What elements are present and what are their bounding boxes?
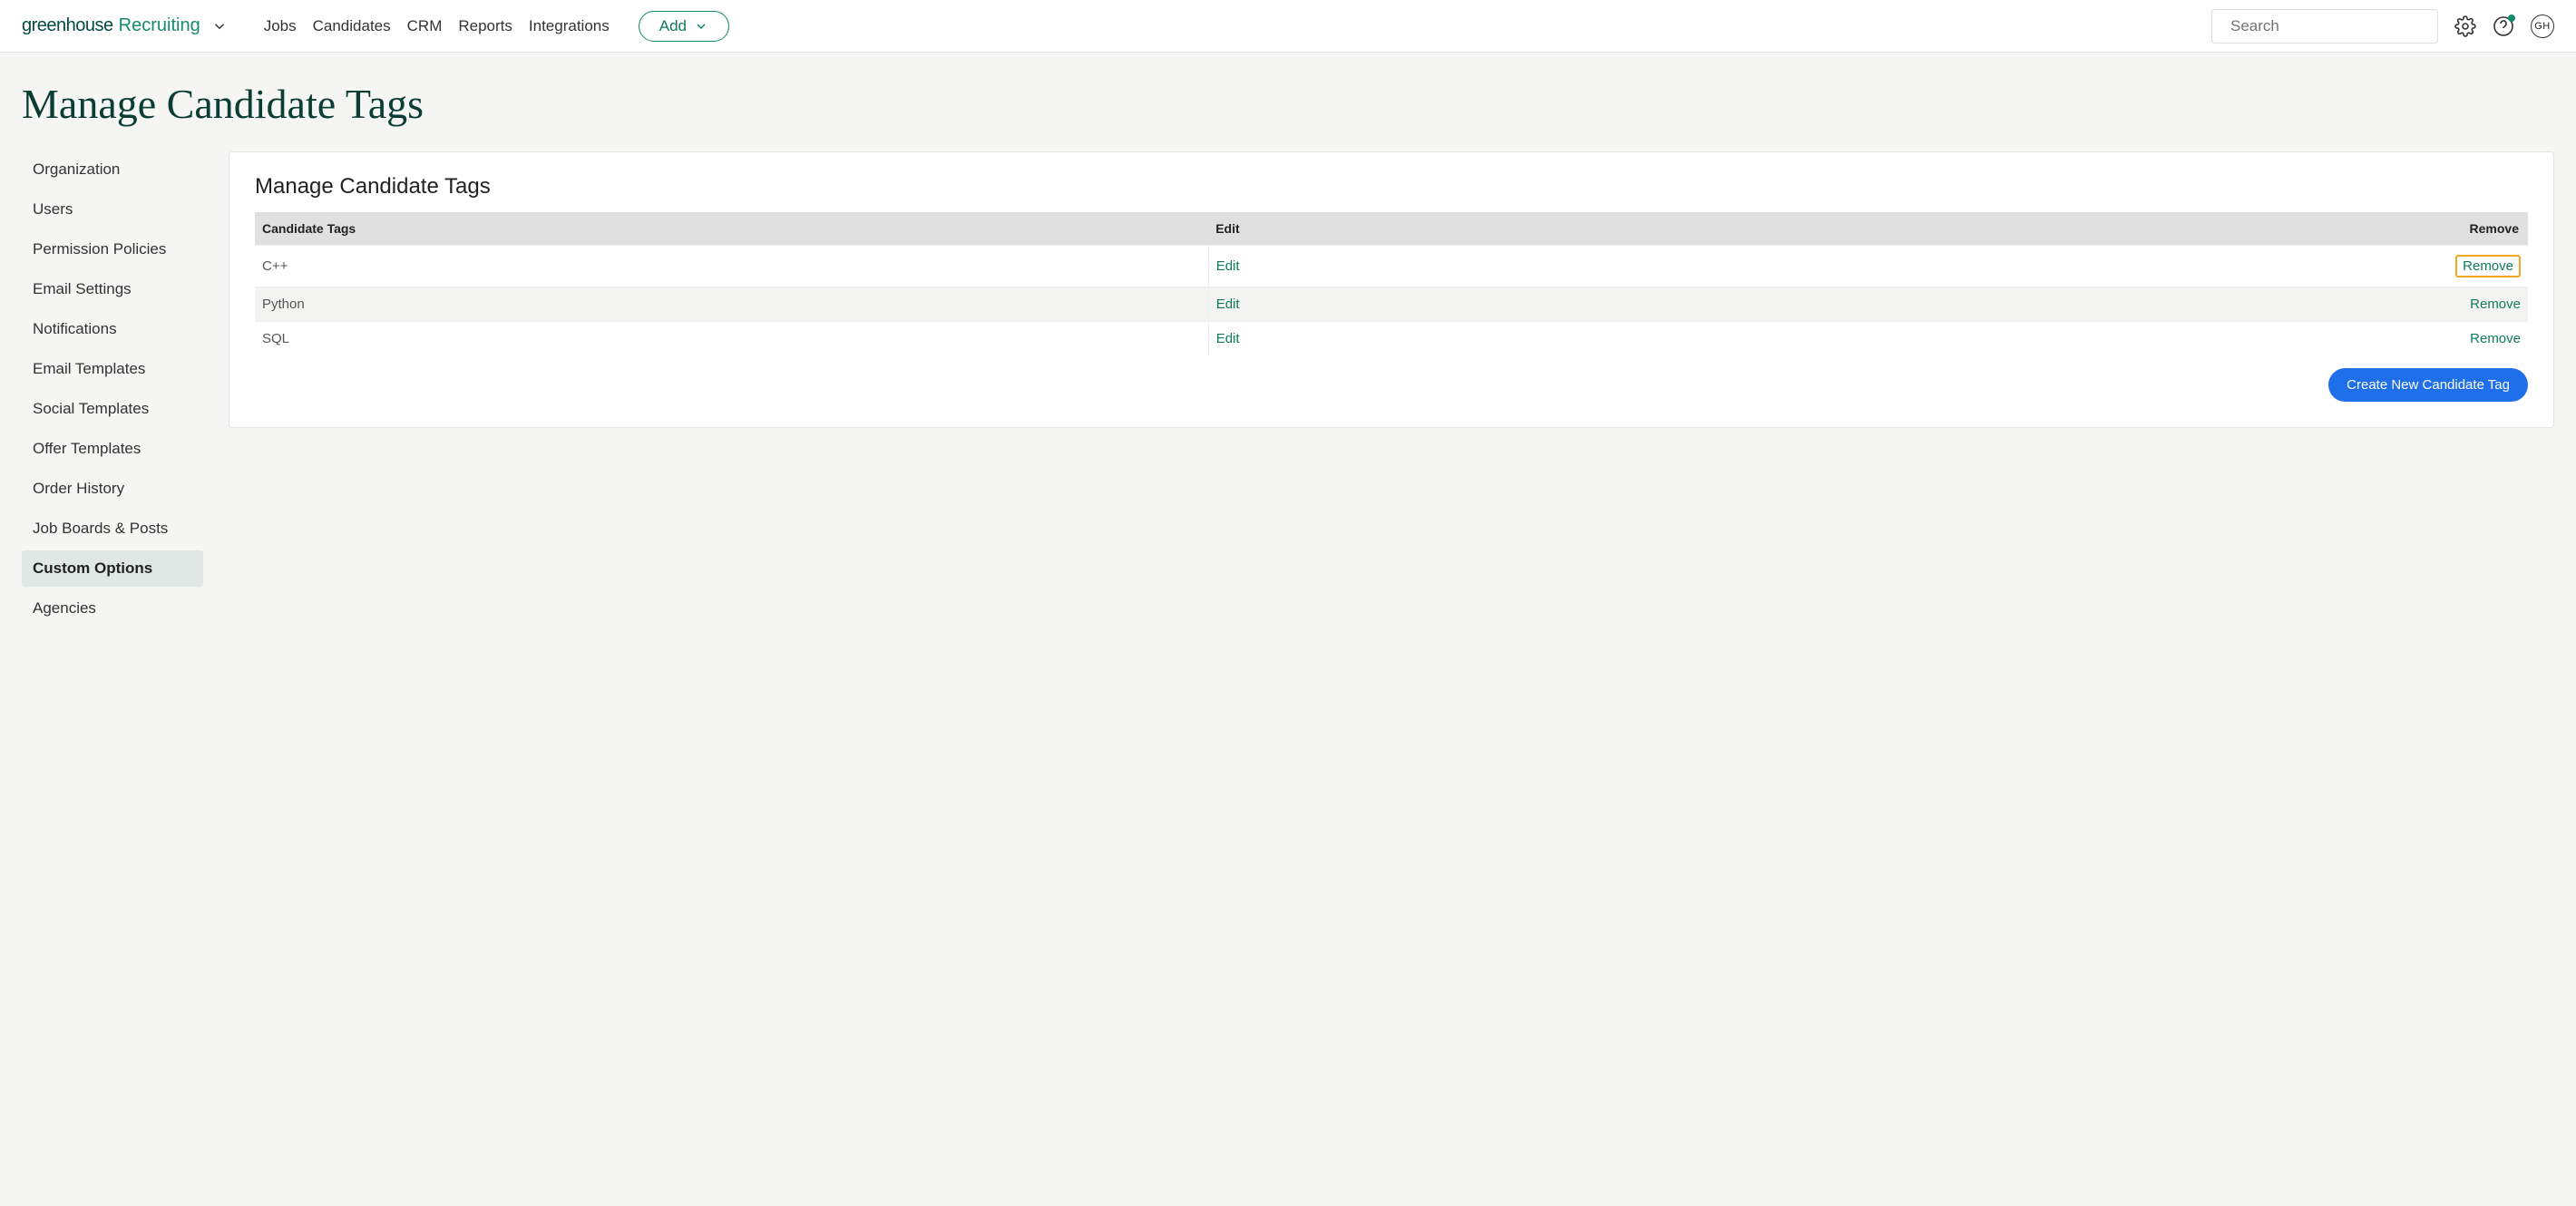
remove-cell: Remove	[1825, 246, 2528, 287]
settings-sidebar: OrganizationUsersPermission Policies Emai…	[22, 151, 203, 630]
page-body: Manage Candidate Tags OrganizationUsersP…	[0, 53, 2576, 652]
sidebar-item[interactable]: Organization	[22, 151, 203, 188]
nav-reports[interactable]: Reports	[458, 17, 512, 35]
remove-link[interactable]: Remove	[2463, 258, 2513, 274]
remove-link[interactable]: Remove	[2470, 297, 2521, 312]
sidebar-item[interactable]: Notifications	[22, 311, 203, 347]
table-row: Python Edit Remove	[255, 287, 2528, 322]
tag-name-cell: C++	[255, 246, 1208, 287]
help-icon[interactable]	[2493, 15, 2514, 37]
brand-logo[interactable]: greenhouse Recruiting	[22, 15, 228, 36]
brand-word: greenhouse	[22, 15, 113, 36]
create-tag-button[interactable]: Create New Candidate Tag	[2328, 368, 2528, 402]
edit-cell: Edit	[1208, 287, 1825, 322]
search-input[interactable]	[2230, 17, 2431, 35]
page-title: Manage Candidate Tags	[22, 80, 2554, 128]
col-header-edit: Edit	[1208, 212, 1825, 246]
tag-name-cell: Python	[255, 287, 1208, 322]
panel-title: Manage Candidate Tags	[255, 174, 2528, 199]
sidebar-item[interactable]: Order History	[22, 471, 203, 507]
sidebar-item[interactable]: Job Boards & Posts	[22, 511, 203, 547]
chevron-down-icon[interactable]	[211, 18, 228, 34]
sidebar-item[interactable]: Email Templates	[22, 351, 203, 387]
avatar[interactable]: GH	[2531, 15, 2554, 38]
add-button[interactable]: Add	[639, 11, 729, 42]
sidebar-item[interactable]: Custom Options	[22, 550, 203, 587]
search-box[interactable]	[2211, 9, 2438, 44]
nav-candidates[interactable]: Candidates	[313, 17, 391, 35]
notification-dot-icon	[2508, 15, 2515, 22]
edit-cell: Edit	[1208, 246, 1825, 287]
chevron-down-icon	[694, 19, 708, 34]
avatar-initials: GH	[2534, 21, 2551, 32]
edit-link[interactable]: Edit	[1216, 331, 1240, 346]
edit-cell: Edit	[1208, 322, 1825, 356]
sidebar-item[interactable]: Users	[22, 191, 203, 228]
col-header-remove: Remove	[1825, 212, 2528, 246]
nav-jobs[interactable]: Jobs	[264, 17, 297, 35]
sidebar-item[interactable]: Permission Policies	[22, 231, 203, 267]
tags-table: Candidate Tags Edit Remove C++EditRemove…	[255, 212, 2528, 355]
add-button-label: Add	[659, 17, 687, 35]
remove-link[interactable]: Remove	[2470, 331, 2521, 346]
remove-cell: Remove	[1825, 287, 2528, 322]
edit-link[interactable]: Edit	[1216, 258, 1240, 274]
highlight-outline: Remove	[2455, 255, 2521, 277]
primary-nav: Jobs Candidates CRM Reports Integrations…	[264, 11, 729, 42]
gear-icon[interactable]	[2454, 15, 2476, 37]
nav-crm[interactable]: CRM	[407, 17, 443, 35]
top-bar: greenhouse Recruiting Jobs Candidates CR…	[0, 0, 2576, 53]
sidebar-item[interactable]: Email Settings	[22, 271, 203, 307]
remove-cell: Remove	[1825, 322, 2528, 356]
two-column-layout: OrganizationUsersPermission Policies Emai…	[22, 151, 2554, 630]
nav-integrations[interactable]: Integrations	[529, 17, 610, 35]
sidebar-item[interactable]: Offer Templates	[22, 431, 203, 467]
table-row: SQL Edit Remove	[255, 322, 2528, 356]
brand-product: Recruiting	[119, 15, 200, 36]
tag-name-cell: SQL	[255, 322, 1208, 356]
table-row: C++ Edit Remove	[255, 246, 2528, 287]
sidebar-item[interactable]: Agencies	[22, 590, 203, 627]
sidebar-item[interactable]: Social Templates	[22, 391, 203, 427]
col-header-name: Candidate Tags	[255, 212, 1208, 246]
topbar-right: GH	[2211, 9, 2554, 44]
edit-link[interactable]: Edit	[1216, 297, 1240, 312]
main-panel: Manage Candidate Tags Candidate Tags Edi…	[229, 151, 2554, 428]
